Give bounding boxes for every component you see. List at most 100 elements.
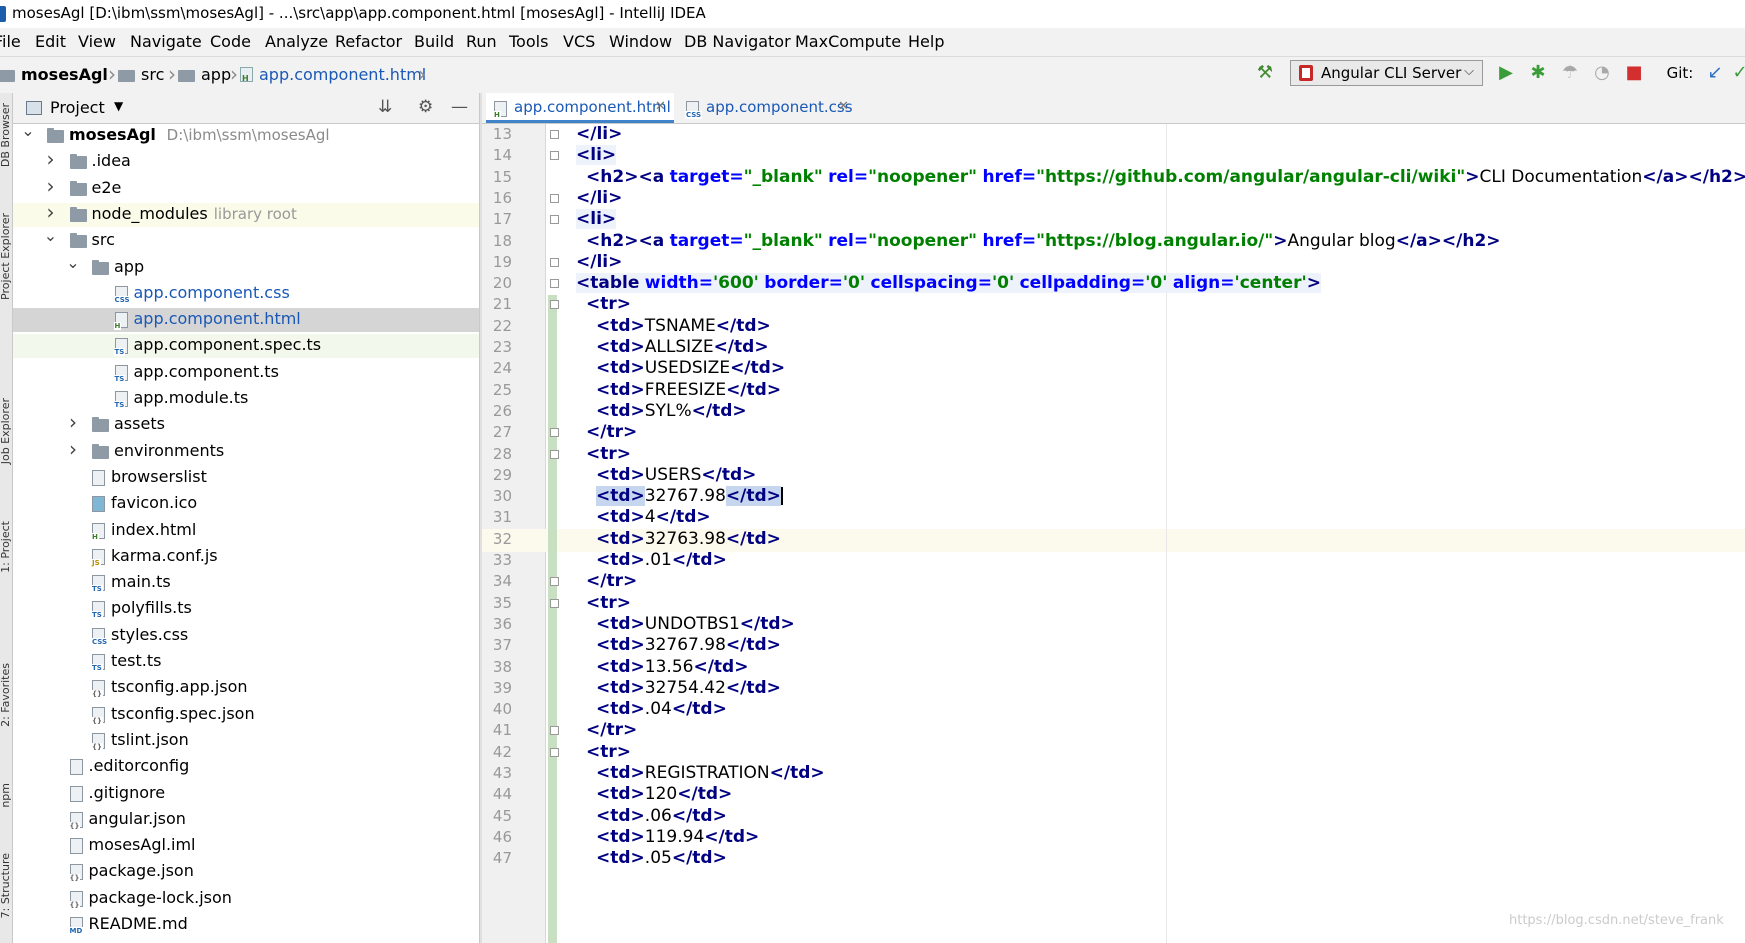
tab-app-component-html[interactable]: H app.component.html ✕ (486, 93, 674, 123)
tree-item-app-module-ts[interactable]: TS app.module.ts (13, 387, 479, 411)
run-icon[interactable]: ▶ (1496, 63, 1516, 83)
menu-help[interactable]: Help (908, 32, 944, 51)
chevron-down-icon[interactable]: ▼ (114, 99, 123, 113)
fold-marker-icon[interactable] (550, 577, 559, 587)
fold-marker-icon[interactable] (550, 598, 559, 608)
code-line: <td>4</td> (596, 507, 711, 528)
menu-edit[interactable]: Edit (35, 32, 66, 51)
tool-tab-project-explorer[interactable]: Project Explorer (0, 213, 12, 300)
chevron-right-icon[interactable]: › (66, 410, 80, 434)
tree-item-e2e[interactable]: › e2e (13, 174, 479, 201)
breadcrumb-app[interactable]: app (178, 65, 231, 84)
tree-item-index-html[interactable]: Hindex.html (13, 519, 479, 543)
git-update-icon[interactable]: ↙ (1705, 63, 1725, 83)
tree-item-tsconfig-spec-json[interactable]: {} tsconfig.spec.json (13, 703, 479, 727)
fold-marker-icon[interactable] (550, 726, 559, 736)
menu-maxcompute[interactable]: MaxCompute (795, 32, 901, 51)
git-commit-icon[interactable]: ✓ (1730, 63, 1745, 83)
fold-marker-icon[interactable] (550, 257, 559, 267)
tree-item-app[interactable]: ⌄ app (13, 253, 479, 280)
stop-icon[interactable]: ■ (1624, 63, 1644, 83)
tool-tab-job-explorer[interactable]: Job Explorer (0, 398, 12, 464)
menu-view[interactable]: View (78, 32, 116, 51)
tree-item-assets[interactable]: › assets (13, 410, 479, 437)
hide-panel-icon[interactable]: — (451, 97, 468, 117)
fold-marker-icon[interactable] (550, 449, 559, 459)
tree-item-package-json[interactable]: {} package.json (13, 860, 479, 884)
chevron-down-icon[interactable]: ⌄ (21, 124, 35, 140)
tree-item-app-component-css[interactable]: CSS app.component.css (13, 282, 479, 306)
tree-item-src[interactable]: ⌄ src (13, 226, 479, 253)
tree-item-karma-conf-js[interactable]: JS karma.conf.js (13, 545, 479, 569)
menu-vcs[interactable]: VCS (563, 32, 595, 51)
menu-navigate[interactable]: Navigate (130, 32, 202, 51)
fold-marker-icon[interactable] (550, 130, 559, 139)
fold-marker-icon[interactable] (550, 279, 559, 289)
tree-item-environments[interactable]: › environments (13, 437, 479, 464)
menu-refactor[interactable]: Refactor (335, 32, 402, 51)
chevron-right-icon[interactable]: › (44, 174, 58, 198)
tree-item-main-ts[interactable]: TS main.ts (13, 571, 479, 595)
tool-tab-project[interactable]: 1: Project (0, 521, 12, 573)
close-icon[interactable]: ✕ (655, 99, 666, 114)
tree-item-app-component-ts[interactable]: TS app.component.ts (13, 361, 479, 385)
tree-item-tslint-json[interactable]: {} tslint.json (13, 729, 479, 753)
ts-file-icon: TS (113, 391, 128, 409)
run-configuration-select[interactable]: Angular CLI Server ⌵ (1290, 60, 1483, 86)
tree-item-node-modules[interactable]: › node_modules library root (13, 200, 479, 227)
tree-item-name: browserslist (111, 466, 207, 486)
menu-run[interactable]: Run (466, 32, 497, 51)
tree-item-mosesagl[interactable]: ⌄ mosesAgl D:\ibm\ssm\mosesAgl (13, 124, 479, 148)
chevron-down-icon[interactable]: ⌄ (66, 253, 80, 272)
gear-icon[interactable]: ⚙ (418, 97, 433, 117)
coverage-icon[interactable]: ☂ (1560, 63, 1580, 83)
tree-item-idea[interactable]: › .idea (13, 147, 479, 174)
fold-marker-icon[interactable] (550, 151, 559, 161)
chevron-right-icon[interactable]: › (44, 147, 58, 171)
fold-marker-icon[interactable] (550, 428, 559, 438)
project-panel-title[interactable]: Project (50, 98, 105, 117)
menu-code[interactable]: Code (210, 32, 251, 51)
breadcrumb-project[interactable]: mosesAgl (0, 65, 108, 84)
chevron-right-icon[interactable]: › (44, 200, 58, 224)
tool-tab-npm[interactable]: npm (0, 783, 12, 808)
tree-item-readme-md[interactable]: MD README.md (13, 913, 479, 937)
tree-item-app-component-html[interactable]: Happ.component.html (13, 308, 479, 333)
breadcrumb-src[interactable]: src (118, 65, 164, 84)
tool-tab-favorites[interactable]: 2: Favorites (0, 663, 12, 727)
tree-item-gitignore[interactable]: .gitignore (13, 782, 479, 806)
fold-marker-icon[interactable] (550, 215, 559, 225)
vcs-change-marker[interactable] (548, 295, 557, 943)
fold-marker-icon[interactable] (550, 300, 559, 310)
tree-item-package-lock-json[interactable]: {} package-lock.json (13, 887, 479, 911)
close-icon[interactable]: ✕ (838, 99, 849, 114)
menu-window[interactable]: Window (609, 32, 672, 51)
fold-marker-icon[interactable] (550, 747, 559, 757)
tree-item-tsconfig-app-json[interactable]: {} tsconfig.app.json (13, 676, 479, 700)
tree-item-mosesagl-iml[interactable]: mosesAgl.iml (13, 834, 479, 858)
menu-db-navigator[interactable]: DB Navigator (684, 32, 791, 51)
profile-icon[interactable]: ◔ (1592, 63, 1612, 83)
tree-item-styles-css[interactable]: CSS styles.css (13, 624, 479, 648)
tree-item-app-component-spec-ts[interactable]: TS app.component.spec.ts (13, 334, 479, 359)
menu-build[interactable]: Build (414, 32, 454, 51)
breadcrumb-file[interactable]: H app.component.html (240, 65, 426, 84)
tool-tab-structure[interactable]: 7: Structure (0, 853, 12, 918)
tree-item-editorconfig[interactable]: .editorconfig (13, 755, 479, 779)
tree-item-browserslist[interactable]: browserslist (13, 466, 479, 490)
menu-tools[interactable]: Tools (509, 32, 548, 51)
collapse-all-icon[interactable]: ⇊ (378, 97, 392, 117)
fold-marker-icon[interactable] (550, 193, 559, 203)
tree-item-test-ts[interactable]: TS test.ts (13, 650, 479, 674)
menu-file[interactable]: File (0, 32, 21, 51)
menu-analyze[interactable]: Analyze (265, 32, 328, 51)
tab-app-component-css[interactable]: CSS app.component.css ✕ (678, 93, 858, 123)
hammer-icon[interactable]: ⚒ (1255, 63, 1275, 83)
tree-item-polyfills-ts[interactable]: TS polyfills.ts (13, 597, 479, 621)
tool-tab-db-browser[interactable]: DB Browser (0, 103, 12, 167)
debug-icon[interactable]: ✱ (1528, 63, 1548, 83)
tree-item-favicon-ico[interactable]: favicon.ico (13, 492, 479, 516)
tree-item-angular-json[interactable]: {} angular.json (13, 808, 479, 832)
chevron-right-icon[interactable]: › (66, 437, 80, 461)
chevron-down-icon[interactable]: ⌄ (44, 226, 58, 245)
